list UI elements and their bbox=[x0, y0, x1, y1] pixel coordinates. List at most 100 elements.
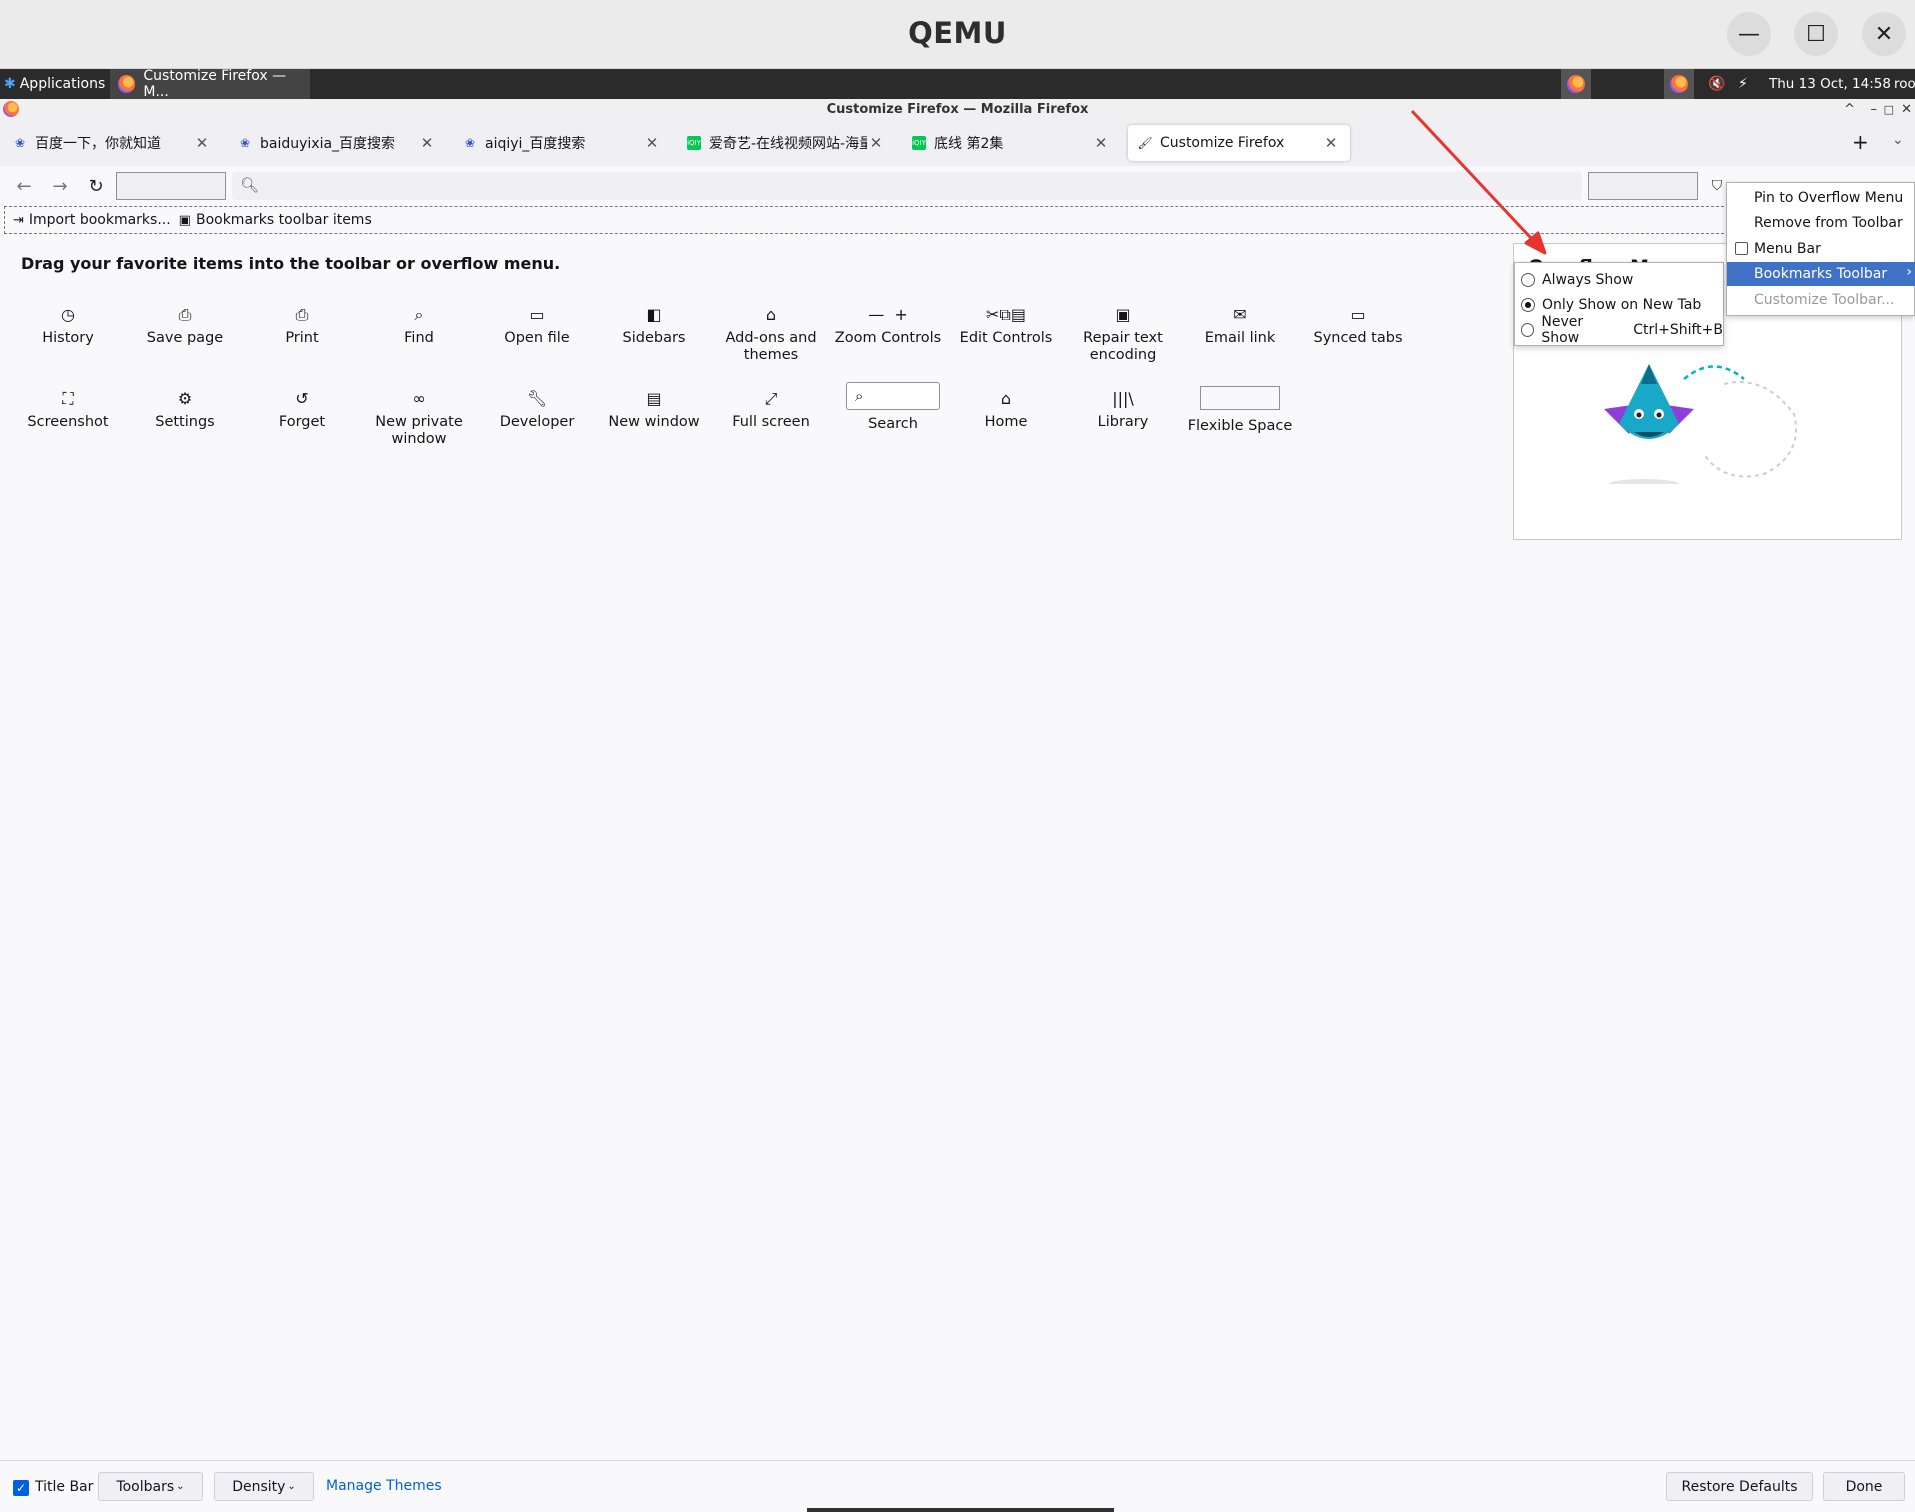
radio-unselected-icon bbox=[1521, 323, 1535, 337]
palette-item-edit-controls[interactable]: ✂⧉▤ Edit Controls bbox=[950, 304, 1062, 347]
close-icon[interactable]: ✕ bbox=[1322, 134, 1340, 152]
palette-item-flexible-space[interactable]: Flexible Space bbox=[1184, 384, 1296, 435]
maximize-icon[interactable]: □ bbox=[1884, 99, 1894, 120]
palette-item-label: Settings bbox=[155, 414, 215, 430]
flexible-space-right[interactable] bbox=[1588, 172, 1698, 200]
done-button[interactable]: Done bbox=[1823, 1472, 1905, 1501]
import-icon: ⇥ bbox=[13, 212, 24, 228]
minimize-button[interactable]: — bbox=[1727, 12, 1771, 56]
tab[interactable]: iQIY 爱奇艺-在线视频网站-海量正 ✕ bbox=[677, 125, 895, 161]
reload-icon[interactable]: ↻ bbox=[84, 174, 108, 198]
tab-label: 百度一下，你就知道 bbox=[35, 136, 161, 152]
close-icon[interactable]: ✕ bbox=[193, 134, 211, 152]
maximize-icon: ☐ bbox=[1806, 21, 1826, 47]
palette-item-developer[interactable]: 🔧︎ Developer bbox=[481, 388, 593, 431]
palette-item-save-page[interactable]: ⎙ Save page bbox=[129, 304, 241, 347]
menu-item-menu-bar[interactable]: Menu Bar bbox=[1727, 237, 1915, 261]
tab[interactable]: iQIY 底线 第2集 ✕ bbox=[902, 125, 1120, 161]
flexible-space-left[interactable] bbox=[116, 172, 226, 200]
tab-active[interactable]: 🖌 Customize Firefox ✕ bbox=[1128, 125, 1350, 161]
palette-item-home[interactable]: ⌂ Home bbox=[950, 388, 1062, 431]
close-icon[interactable]: ✕ bbox=[1092, 134, 1110, 152]
palette-item-addons[interactable]: ⌂ Add-ons and themes bbox=[715, 304, 827, 364]
toolbars-dropdown[interactable]: Toolbars ⌄ bbox=[98, 1472, 203, 1501]
close-icon[interactable]: ✕ bbox=[643, 134, 661, 152]
tab[interactable]: ❀ 百度一下，你就知道 ✕ bbox=[3, 125, 221, 161]
menu-item-never-show[interactable]: Never Show Ctrl+Shift+B bbox=[1521, 314, 1723, 346]
forward-arrow-icon[interactable]: → bbox=[48, 174, 72, 198]
tray-firefox-button[interactable] bbox=[1561, 69, 1591, 99]
title-bar-checkbox[interactable]: ✓ bbox=[13, 1480, 29, 1496]
zoom-icon: — + bbox=[868, 304, 908, 324]
minimize-icon[interactable]: – bbox=[1871, 99, 1878, 120]
baidu-paw-icon: ❀ bbox=[239, 136, 251, 150]
palette-item-email-link[interactable]: ✉ Email link bbox=[1184, 304, 1296, 347]
navigation-toolbar: ← → ↻ 🔍︎ ⛉ bbox=[0, 166, 1915, 206]
applications-menu[interactable]: ✱ Applications ⋮ bbox=[4, 69, 123, 99]
clock[interactable]: Thu 13 Oct, 14:58 bbox=[1769, 69, 1891, 99]
palette-item-forget[interactable]: ↺ Forget bbox=[246, 388, 358, 431]
palette-item-synced-tabs[interactable]: ▭ Synced tabs bbox=[1302, 304, 1414, 347]
palette-item-open-file[interactable]: ▭ Open file bbox=[481, 304, 593, 347]
screenshot-icon: ⛶ bbox=[62, 388, 74, 408]
envelope-icon: ✉ bbox=[1233, 304, 1247, 324]
palette-item-library[interactable]: |||\ Library bbox=[1067, 388, 1179, 431]
palette-item-new-window[interactable]: ▤ New window bbox=[598, 388, 710, 431]
bookmarks-toolbar-items[interactable]: ▣ Bookmarks toolbar items bbox=[179, 212, 372, 228]
menu-item-remove-from-toolbar[interactable]: Remove from Toolbar bbox=[1727, 211, 1915, 235]
tray-firefox-button-2[interactable] bbox=[1664, 69, 1694, 99]
volume-icon[interactable]: 🔇 bbox=[1708, 69, 1725, 99]
maximize-button[interactable]: ☐ bbox=[1794, 12, 1838, 56]
density-dropdown[interactable]: Density ⌄ bbox=[214, 1472, 314, 1501]
menu-item-only-show-on-new-tab[interactable]: Only Show on New Tab bbox=[1521, 295, 1701, 315]
qemu-titlebar: QEMU — ☐ ✕ bbox=[0, 0, 1915, 69]
firefox-icon bbox=[118, 75, 136, 93]
palette-item-new-private-window[interactable]: ∞ New private window bbox=[363, 388, 475, 448]
palette-item-full-screen[interactable]: ⤢ Full screen bbox=[715, 388, 827, 431]
tab-label: 爱奇艺-在线视频网站-海量正 bbox=[709, 136, 867, 152]
network-icon[interactable]: ⚡ bbox=[1738, 69, 1748, 99]
minimize-icon: — bbox=[1738, 21, 1760, 47]
import-bookmarks-button[interactable]: ⇥ Import bookmarks... bbox=[13, 212, 171, 228]
palette-item-sidebars[interactable]: ◧ Sidebars bbox=[598, 304, 710, 347]
scroll-indicator bbox=[807, 1508, 1114, 1512]
dragon-illustration bbox=[1604, 364, 1797, 484]
restore-defaults-label: Restore Defaults bbox=[1681, 1478, 1798, 1495]
palette-item-repair-text-encoding[interactable]: ▣ Repair text encoding bbox=[1067, 304, 1179, 364]
firefox-icon bbox=[3, 101, 19, 117]
checkbox-unchecked-icon bbox=[1735, 242, 1748, 255]
tab[interactable]: ❀ aiqiyi_百度搜索 ✕ bbox=[453, 125, 671, 161]
user-name[interactable]: roo bbox=[1894, 69, 1915, 99]
close-button[interactable]: ✕ bbox=[1862, 12, 1906, 56]
palette-item-settings[interactable]: ⚙ Settings bbox=[129, 388, 241, 431]
palette-item-history[interactable]: ◷ History bbox=[12, 304, 124, 347]
palette-item-zoom-controls[interactable]: — + Zoom Controls bbox=[832, 304, 944, 347]
close-icon[interactable]: ✕ bbox=[867, 134, 885, 152]
manage-themes-link[interactable]: Manage Themes bbox=[326, 1478, 442, 1494]
window-title-text: Customize Firefox — Mozilla Firefox bbox=[826, 102, 1089, 117]
close-icon[interactable]: ✕ bbox=[418, 134, 436, 152]
restore-defaults-button[interactable]: Restore Defaults bbox=[1666, 1472, 1813, 1501]
palette-item-search[interactable]: ⌕ Search bbox=[837, 382, 949, 433]
tab-label: Customize Firefox bbox=[1160, 135, 1285, 151]
tab-label: aiqiyi_百度搜索 bbox=[485, 136, 586, 152]
menu-item-bookmarks-toolbar[interactable]: Bookmarks Toolbar › bbox=[1727, 262, 1915, 286]
palette-item-print[interactable]: ⎙ Print bbox=[246, 304, 358, 347]
sidebar-icon: ◧ bbox=[646, 304, 662, 324]
text-encoding-icon: ▣ bbox=[1115, 304, 1131, 324]
roll-up-icon[interactable]: ^ bbox=[1844, 99, 1855, 120]
menu-item-pin-to-overflow[interactable]: Pin to Overflow Menu bbox=[1727, 186, 1915, 210]
radio-unselected-icon bbox=[1521, 273, 1535, 287]
back-arrow-icon[interactable]: ← bbox=[12, 174, 36, 198]
close-icon[interactable]: ✕ bbox=[1901, 99, 1912, 120]
library-icon: |||\ bbox=[1112, 388, 1134, 408]
palette-item-find[interactable]: ⌕ Find bbox=[363, 304, 475, 347]
list-all-tabs-icon[interactable]: ⌄ bbox=[1892, 132, 1904, 148]
palette-item-label: History bbox=[42, 330, 94, 346]
palette-item-screenshot[interactable]: ⛶ Screenshot bbox=[12, 388, 124, 431]
taskbar-firefox-window[interactable]: Customize Firefox — M... bbox=[110, 68, 310, 100]
new-tab-icon[interactable]: + bbox=[1852, 130, 1869, 154]
url-bar[interactable]: 🔍︎ bbox=[232, 172, 1582, 200]
tab[interactable]: ❀ baiduyixia_百度搜索 ✕ bbox=[228, 125, 446, 161]
puzzle-icon: ⌂ bbox=[765, 304, 777, 324]
